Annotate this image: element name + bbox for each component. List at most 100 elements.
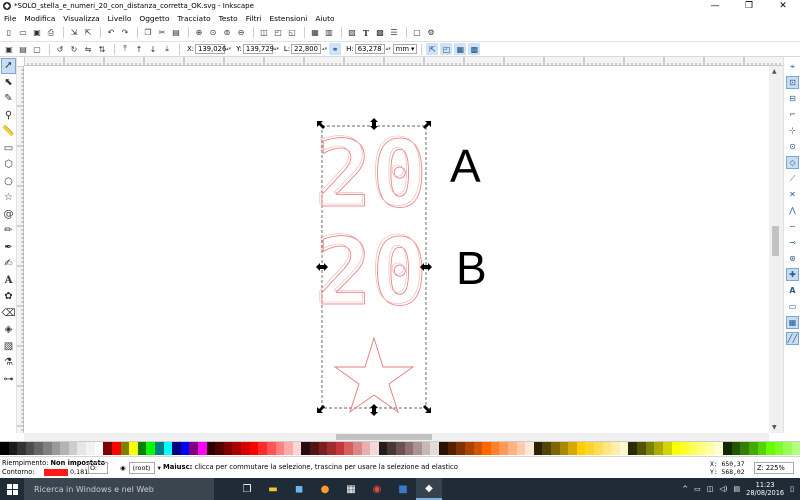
height-input[interactable]: 63,278: [354, 44, 385, 54]
notification-icon[interactable]: ▭: [694, 485, 701, 493]
palette-swatch[interactable]: [602, 442, 612, 455]
palette-swatch[interactable]: [68, 442, 78, 455]
snap-enable-icon[interactable]: ⌖: [786, 60, 799, 73]
scroll-up-icon[interactable]: ▲: [772, 68, 777, 75]
zoom-page-icon[interactable]: ⊚: [221, 27, 233, 39]
menu-modifica[interactable]: Modifica: [24, 14, 55, 23]
palette-swatch[interactable]: [714, 442, 724, 455]
palette-swatch[interactable]: [456, 442, 465, 455]
palette-swatch[interactable]: [103, 442, 112, 455]
palette-swatch[interactable]: [301, 442, 310, 455]
palette-swatch[interactable]: [43, 442, 52, 455]
eye-icon[interactable]: ◉: [120, 464, 126, 472]
menu-livello[interactable]: Livello: [108, 14, 132, 23]
horizontal-scroll-thumb[interactable]: [336, 434, 432, 440]
firefox-icon[interactable]: ●: [312, 478, 338, 500]
palette-swatch[interactable]: [120, 442, 130, 455]
palette-swatch[interactable]: [309, 442, 319, 455]
align-distribute-icon[interactable]: ☰: [388, 27, 400, 39]
palette-swatch[interactable]: [232, 442, 242, 455]
undo-icon[interactable]: ↶: [105, 27, 117, 39]
palette-swatch[interactable]: [172, 442, 181, 455]
deselect-icon[interactable]: ▢: [31, 43, 43, 55]
palette-swatch[interactable]: [189, 442, 199, 455]
palette-swatch[interactable]: [77, 442, 87, 455]
unit-select[interactable]: mm ▾: [392, 44, 418, 54]
width-spinner[interactable]: ▴▾: [322, 44, 327, 54]
snap-guides-icon[interactable]: ╱╱: [786, 332, 799, 345]
palette-swatch[interactable]: [542, 442, 551, 455]
ungroup-icon[interactable]: ▥: [323, 27, 335, 39]
palette-swatch[interactable]: [464, 442, 474, 455]
palette-swatch[interactable]: [94, 442, 104, 455]
palette-swatch[interactable]: [275, 442, 285, 455]
connector-tool-icon[interactable]: ⊶: [1, 372, 16, 388]
action-center-icon[interactable]: ▯: [790, 485, 794, 493]
palette-swatch[interactable]: [318, 442, 328, 455]
pencil-tool-icon[interactable]: ✏: [1, 223, 16, 239]
raise-icon[interactable]: ↑: [133, 43, 145, 55]
vertical-scroll-thumb[interactable]: [772, 226, 779, 256]
label-a[interactable]: A: [450, 140, 481, 192]
palette-swatch[interactable]: [473, 442, 483, 455]
eraser-tool-icon[interactable]: ⌫: [1, 306, 16, 322]
palette-swatch[interactable]: [0, 442, 9, 455]
zoom-selection-icon[interactable]: ⊕: [193, 27, 205, 39]
menu-tracciato[interactable]: Tracciato: [177, 14, 210, 23]
palette-swatch[interactable]: [559, 442, 569, 455]
paste-icon[interactable]: ▤: [170, 27, 182, 39]
zoom-drawing-icon[interactable]: ⊙: [207, 27, 219, 39]
spray-tool-icon[interactable]: ✿: [1, 289, 16, 305]
snap-bbox-centers-icon[interactable]: ⊙: [786, 140, 799, 153]
width-input[interactable]: 22,800: [291, 44, 322, 54]
palette-swatch[interactable]: [223, 442, 233, 455]
palette-swatch[interactable]: [413, 442, 422, 455]
layer-selector[interactable]: ◉ (root) ▾: [120, 462, 161, 474]
palette-swatch[interactable]: [387, 442, 397, 455]
task-view-icon[interactable]: ❐: [234, 478, 260, 500]
new-document-icon[interactable]: ▯: [3, 27, 15, 39]
snap-intersections-icon[interactable]: ✕: [786, 188, 799, 201]
palette-swatch[interactable]: [430, 442, 440, 455]
scale-handle-bottom-left[interactable]: [317, 405, 325, 413]
chrome-icon[interactable]: ◉: [364, 478, 390, 500]
palette-swatch[interactable]: [766, 442, 775, 455]
number-20-a[interactable]: 20 20: [314, 119, 428, 229]
gradient-tool-icon[interactable]: ▧: [1, 339, 16, 355]
rotate-cw-icon[interactable]: ↻: [68, 43, 80, 55]
palette-swatch[interactable]: [525, 442, 534, 455]
snap-bbox-midpoints-icon[interactable]: ⊹: [786, 124, 799, 137]
tray-chevron-icon[interactable]: ^: [682, 485, 688, 493]
color-palette[interactable]: [0, 441, 800, 455]
snap-smooth-nodes-icon[interactable]: ∽: [786, 220, 799, 233]
palette-swatch[interactable]: [749, 442, 758, 455]
palette-swatch[interactable]: [568, 442, 577, 455]
palette-swatch[interactable]: [611, 442, 620, 455]
menu-file[interactable]: File: [4, 14, 16, 23]
palette-swatch[interactable]: [705, 442, 715, 455]
palette-swatch[interactable]: [111, 442, 121, 455]
palette-swatch[interactable]: [490, 442, 500, 455]
palette-swatch[interactable]: [783, 442, 793, 455]
palette-swatch[interactable]: [585, 442, 595, 455]
maximize-button[interactable]: ❐: [732, 0, 766, 12]
minimize-button[interactable]: —: [698, 0, 732, 12]
palette-swatch[interactable]: [662, 442, 672, 455]
media-icon[interactable]: ■: [390, 478, 416, 500]
scroll-down-icon[interactable]: ▼: [772, 424, 777, 431]
palette-swatch[interactable]: [51, 442, 61, 455]
flip-horizontal-icon[interactable]: ⇋: [82, 43, 94, 55]
scale-handle-bottom[interactable]: [370, 404, 378, 416]
calculator-icon[interactable]: ▦: [338, 478, 364, 500]
palette-swatch[interactable]: [370, 442, 379, 455]
palette-swatch[interactable]: [439, 442, 448, 455]
y-spinner[interactable]: ▴▾: [274, 44, 279, 54]
scale-handle-bottom-right[interactable]: [423, 405, 431, 413]
select-all-icon[interactable]: ▣: [3, 43, 15, 55]
clone-icon[interactable]: ◰: [272, 27, 284, 39]
rectangle-tool-icon[interactable]: ▭: [1, 141, 16, 157]
number-20-b[interactable]: 20 20: [314, 217, 428, 327]
3d-box-tool-icon[interactable]: ⬡: [1, 157, 16, 173]
label-b[interactable]: B: [456, 242, 487, 294]
palette-swatch[interactable]: [86, 442, 95, 455]
